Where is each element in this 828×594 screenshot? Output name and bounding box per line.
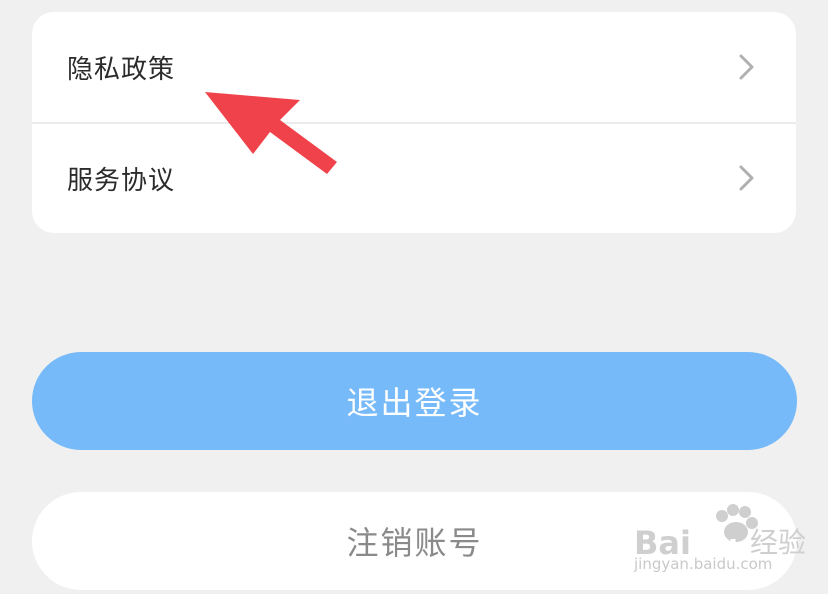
list-item-label: 隐私政策 bbox=[67, 54, 176, 85]
settings-card: 隐私政策 服务协议 bbox=[32, 12, 796, 233]
watermark-url: jingyan.baidu.com bbox=[634, 555, 773, 573]
chevron-right-icon bbox=[739, 54, 754, 80]
chevron-right-icon bbox=[739, 165, 754, 191]
list-item-service-agreement[interactable]: 服务协议 bbox=[32, 123, 796, 233]
list-item-label: 服务协议 bbox=[67, 165, 176, 196]
logout-button[interactable]: 退出登录 bbox=[32, 352, 797, 450]
list-item-privacy-policy[interactable]: 隐私政策 bbox=[32, 12, 796, 122]
red-pointer-arrow-icon bbox=[205, 92, 337, 174]
settings-screen: 隐私政策 服务协议 退出登录 注销账号 Bai du 经验 jingyan.ba… bbox=[0, 0, 828, 594]
